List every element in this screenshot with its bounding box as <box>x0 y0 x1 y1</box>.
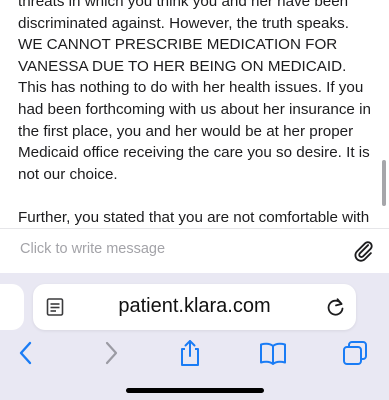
url-text[interactable]: patient.klara.com <box>33 295 356 318</box>
reload-icon[interactable] <box>326 296 346 318</box>
browser-bar: patient.klara.com <box>0 273 389 400</box>
message-input[interactable]: Click to write message <box>20 241 165 257</box>
message-paragraph: Further, you stated that you are not com… <box>18 208 370 226</box>
paperclip-icon[interactable] <box>353 239 375 263</box>
forward-icon[interactable] <box>96 338 126 368</box>
browser-toolbar <box>0 334 389 370</box>
message-composer[interactable]: Click to write message <box>0 228 389 274</box>
address-bar[interactable]: patient.klara.com <box>33 284 356 330</box>
message-paragraph: threats in which you think you and her h… <box>18 0 371 183</box>
previous-tab-preview[interactable] <box>0 284 24 330</box>
share-icon[interactable] <box>175 338 205 368</box>
scrollbar-thumb[interactable] <box>382 160 386 206</box>
message-body: threats in which you think you and her h… <box>18 0 376 228</box>
home-indicator <box>126 388 264 393</box>
back-icon[interactable] <box>11 338 41 368</box>
bookmarks-icon[interactable] <box>258 338 288 368</box>
message-thread: threats in which you think you and her h… <box>0 0 389 228</box>
tabs-icon[interactable] <box>340 338 370 368</box>
